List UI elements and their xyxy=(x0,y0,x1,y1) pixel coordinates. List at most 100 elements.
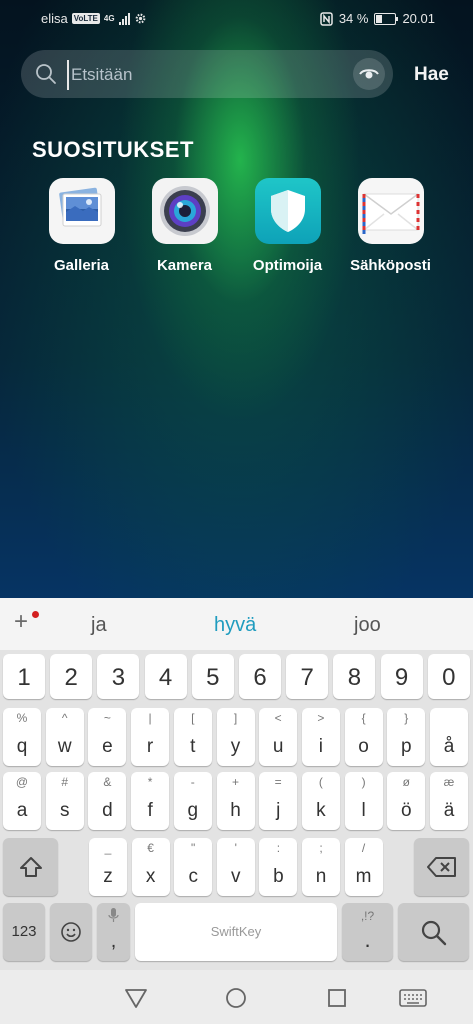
letter-key[interactable]: 3 xyxy=(97,654,140,699)
app-label: Sähköposti xyxy=(350,257,431,274)
letter-key[interactable]: 0 xyxy=(427,654,470,699)
letter-key[interactable]: % q xyxy=(3,708,41,766)
key-label: e xyxy=(102,736,113,757)
key-label: o xyxy=(358,736,369,757)
letter-key[interactable]: 1 xyxy=(3,654,45,699)
settings-gear-icon xyxy=(135,13,145,24)
suggestion-bar: + ja hyvä joo xyxy=(0,598,473,650)
letter-key[interactable]: 9 xyxy=(380,654,423,699)
letter-key[interactable]: < u xyxy=(259,708,298,766)
letter-key[interactable]: + h xyxy=(216,772,255,830)
back-triangle-icon[interactable] xyxy=(124,987,148,1009)
letter-key[interactable]: (k xyxy=(301,772,340,830)
letter-key[interactable]: ; n xyxy=(302,838,340,896)
key-label: 3 xyxy=(111,664,126,691)
letter-key[interactable]: } p xyxy=(387,708,426,766)
mail-icon xyxy=(357,178,424,244)
letter-key[interactable]: # s xyxy=(45,772,84,830)
suggestion-word[interactable]: ja xyxy=(91,614,107,637)
letter-key[interactable]: 2 xyxy=(50,654,93,699)
key-alt-label: ~ xyxy=(103,711,111,725)
emoji-icon xyxy=(61,922,81,942)
key-label: k xyxy=(316,800,326,821)
key-label: r xyxy=(146,736,154,757)
letter-key[interactable]: = j xyxy=(259,772,298,830)
letter-key[interactable]: @ a xyxy=(3,772,41,830)
key-alt-label: ] xyxy=(233,711,238,725)
search-box[interactable] xyxy=(21,50,393,98)
recommended-apps: Galleria Kamera Optimoija Sähköposti xyxy=(30,178,450,274)
letter-key[interactable]: {o xyxy=(344,708,383,766)
letter-key[interactable]: å xyxy=(430,708,468,766)
letter-key[interactable]: | r xyxy=(131,708,170,766)
key-label: 0 xyxy=(442,664,456,691)
key-label: t xyxy=(190,736,196,757)
comma-key[interactable]: , xyxy=(97,903,130,961)
letter-key[interactable]: 7 xyxy=(286,654,329,699)
space-key[interactable]: SwiftKey xyxy=(135,903,337,961)
letter-key[interactable]: _ z xyxy=(89,838,127,896)
key-alt-label: * xyxy=(147,775,153,789)
key-alt-label: - xyxy=(190,775,195,789)
recents-square-icon[interactable] xyxy=(327,988,347,1008)
app-email[interactable]: Sähköposti xyxy=(339,178,442,274)
gallery-icon xyxy=(48,178,115,244)
microphone-icon xyxy=(108,908,119,922)
shift-key[interactable] xyxy=(3,838,58,896)
letter-key[interactable]: 8 xyxy=(333,654,376,699)
shift-arrow-icon xyxy=(20,857,42,877)
letter-key[interactable]: & d xyxy=(88,772,127,830)
letter-key[interactable]: " c xyxy=(174,838,213,896)
letter-key[interactable]: 6 xyxy=(239,654,281,699)
keyboard: + ja hyvä joo 123 , SwiftKey ,!? . 1 2 3… xyxy=(0,598,473,1024)
search-key[interactable] xyxy=(398,903,469,961)
letter-key[interactable]: > i xyxy=(301,708,340,766)
home-circle-icon[interactable] xyxy=(225,987,247,1009)
app-optimizer[interactable]: Optimoija xyxy=(236,178,339,274)
letter-key[interactable]: € x xyxy=(131,838,170,896)
key-alt-label: ( xyxy=(318,775,323,789)
toolbar-expand-icon[interactable]: + xyxy=(14,608,28,636)
app-camera[interactable]: Kamera xyxy=(133,178,236,274)
emoji-key[interactable] xyxy=(50,903,92,961)
key-label: a xyxy=(16,800,28,821)
nfc-icon xyxy=(320,11,333,26)
letter-key[interactable]: ) l xyxy=(344,772,383,830)
backspace-icon xyxy=(427,857,456,877)
letter-key[interactable]: øö xyxy=(387,772,426,830)
key-alt-label: € xyxy=(147,841,154,855)
app-label: Kamera xyxy=(156,257,213,274)
letter-key[interactable]: * f xyxy=(131,772,170,830)
keyboard-hide-icon[interactable] xyxy=(399,989,427,1007)
suggestion-word[interactable]: joo xyxy=(354,614,381,637)
letter-key[interactable]: ^ w xyxy=(45,708,84,766)
network-type: 4G xyxy=(103,14,115,23)
backspace-key[interactable] xyxy=(414,838,469,896)
signal-icon xyxy=(118,12,130,25)
key-label: p xyxy=(401,736,412,757)
letter-key[interactable]: 4 xyxy=(144,654,187,699)
period-key[interactable]: ,!? . xyxy=(342,903,393,961)
letter-key[interactable]: ~ e xyxy=(88,708,127,766)
symbols-key[interactable]: 123 xyxy=(3,903,45,961)
search-input[interactable] xyxy=(67,60,343,90)
eye-scan-icon xyxy=(359,69,379,79)
key-alt-label: > xyxy=(317,711,325,725)
letter-key[interactable]: :b xyxy=(259,838,298,896)
letter-key[interactable]: -g xyxy=(173,772,212,830)
letter-key[interactable]: [t xyxy=(173,708,212,766)
app-gallery[interactable]: Galleria xyxy=(30,178,133,274)
suggestion-word-highlighted[interactable]: hyvä xyxy=(214,614,256,637)
visual-search-button[interactable] xyxy=(353,58,385,90)
app-label: Galleria xyxy=(53,257,110,274)
letter-key[interactable]: 5 xyxy=(191,654,234,699)
letter-key[interactable]: / m xyxy=(344,838,383,896)
letter-key[interactable]: ] y xyxy=(216,708,255,766)
app-label: Optimoija xyxy=(252,257,323,274)
letter-key[interactable]: æä xyxy=(430,772,468,830)
letter-key[interactable]: ' v xyxy=(216,838,255,896)
search-submit-button[interactable]: Hae xyxy=(414,64,449,86)
key-alt-label: [ xyxy=(191,711,195,725)
key-label: d xyxy=(102,800,113,821)
key-label: n xyxy=(315,866,327,887)
